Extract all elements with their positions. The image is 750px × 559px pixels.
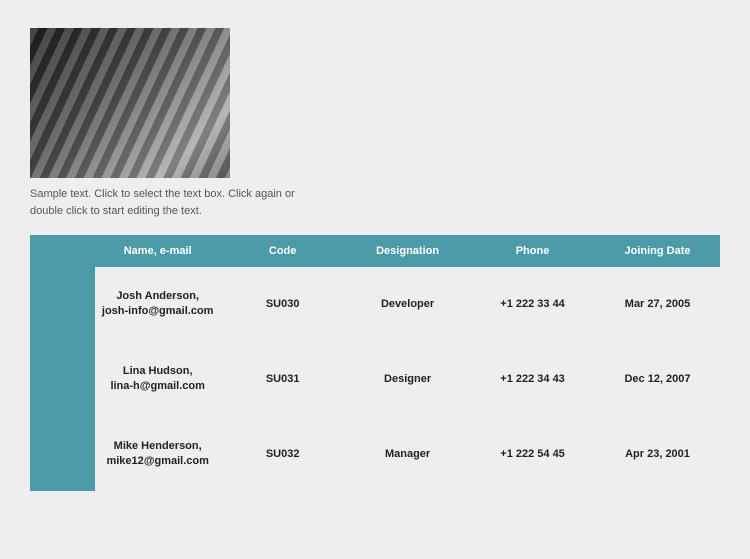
row-name: Lina Hudson,	[123, 365, 193, 377]
table-sidebar	[30, 235, 95, 491]
col-designation: Designation	[345, 235, 470, 267]
cell-name: Josh Anderson, josh-info@gmail.com	[95, 267, 220, 342]
cell-phone: +1 222 54 45	[470, 417, 595, 492]
cell-date: Mar 27, 2005	[595, 267, 720, 342]
cell-designation: Designer	[345, 342, 470, 417]
cell-designation: Manager	[345, 417, 470, 492]
table-header-row: Name, e-mail Code Designation Phone Join…	[95, 235, 720, 267]
employee-table: Name, e-mail Code Designation Phone Join…	[95, 235, 720, 491]
table-container: Name, e-mail Code Designation Phone Join…	[30, 235, 720, 491]
col-code: Code	[220, 235, 345, 267]
row-email: josh-info@gmail.com	[102, 305, 214, 317]
cell-date: Apr 23, 2001	[595, 417, 720, 492]
row-name: Mike Henderson,	[114, 440, 202, 452]
cell-name: Mike Henderson, mike12@gmail.com	[95, 417, 220, 492]
hero-image	[30, 28, 230, 178]
table-body: Josh Anderson, josh-info@gmail.com SU030…	[95, 267, 720, 491]
row-name: Josh Anderson,	[116, 290, 199, 302]
cell-code: SU031	[220, 342, 345, 417]
table-row: Josh Anderson, josh-info@gmail.com SU030…	[95, 267, 720, 342]
row-email: lina-h@gmail.com	[110, 380, 204, 392]
cell-date: Dec 12, 2007	[595, 342, 720, 417]
col-name: Name, e-mail	[95, 235, 220, 267]
content-card: Sample text. Click to select the text bo…	[30, 28, 720, 491]
cell-code: SU030	[220, 267, 345, 342]
table-row: Mike Henderson, mike12@gmail.com SU032 M…	[95, 417, 720, 492]
table-row: Lina Hudson, lina-h@gmail.com SU031 Desi…	[95, 342, 720, 417]
cell-phone: +1 222 34 43	[470, 342, 595, 417]
col-date: Joining Date	[595, 235, 720, 267]
col-phone: Phone	[470, 235, 595, 267]
cell-code: SU032	[220, 417, 345, 492]
sample-text[interactable]: Sample text. Click to select the text bo…	[30, 186, 310, 219]
cell-name: Lina Hudson, lina-h@gmail.com	[95, 342, 220, 417]
cell-designation: Developer	[345, 267, 470, 342]
row-email: mike12@gmail.com	[106, 455, 208, 467]
cell-phone: +1 222 33 44	[470, 267, 595, 342]
